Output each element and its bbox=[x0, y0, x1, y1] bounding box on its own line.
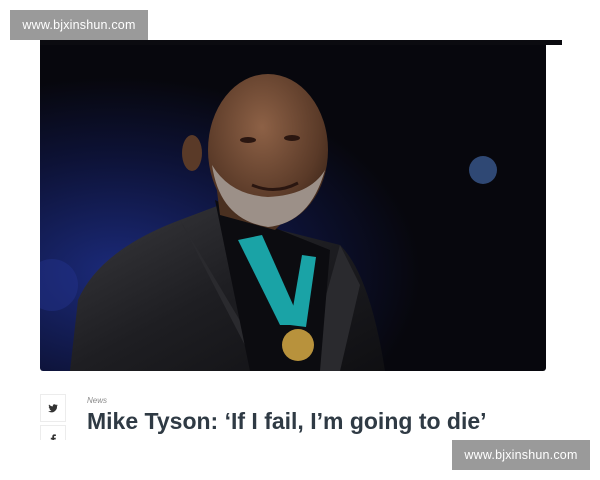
share-buttons bbox=[40, 394, 66, 440]
facebook-icon[interactable] bbox=[40, 425, 66, 440]
article-category[interactable]: News bbox=[87, 396, 107, 405]
watermark-bottom: www.bjxinshun.com bbox=[452, 440, 590, 470]
hero-image[interactable] bbox=[40, 45, 546, 371]
article-headline[interactable]: Mike Tyson: ‘If I fail, I’m going to die… bbox=[87, 408, 487, 435]
watermark-top: www.bjxinshun.com bbox=[10, 10, 148, 40]
twitter-icon[interactable] bbox=[40, 394, 66, 422]
